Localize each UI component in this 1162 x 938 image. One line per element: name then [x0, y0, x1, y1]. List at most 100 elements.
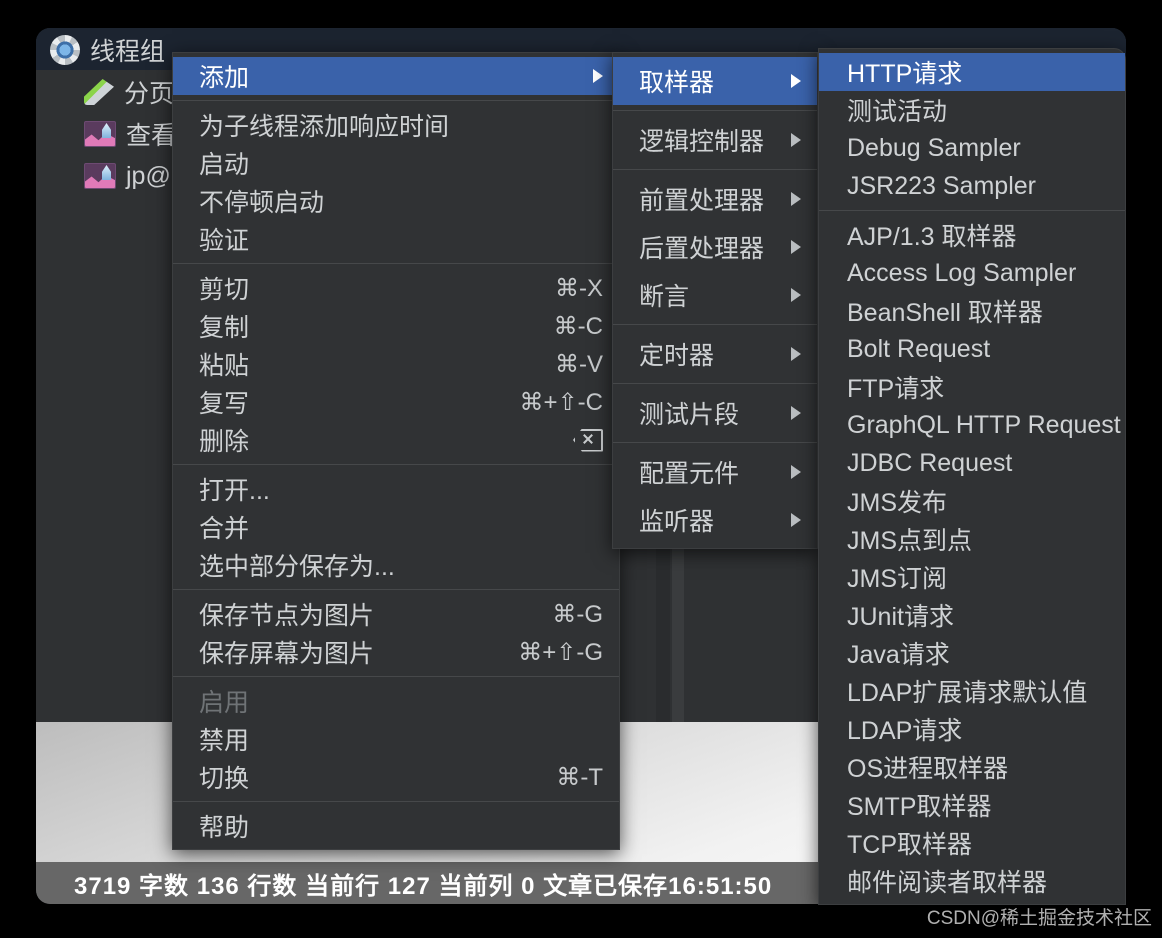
menu-item-label: JMS订阅 [847, 565, 948, 593]
submenu-element-types[interactable]: 取样器逻辑控制器前置处理器后置处理器断言定时器测试片段配置元件监听器 [612, 52, 818, 549]
menu-item-sampler-20[interactable]: SMTP取样器 [819, 786, 1125, 824]
menu-item-shortcut: ⌘+⇧-G [518, 638, 603, 666]
menu-item-label: 合并 [199, 515, 250, 543]
menu-item-label: BeanShell 取样器 [847, 299, 1043, 327]
tree-item-label: jp@ [126, 161, 171, 190]
menu-item-label: 后置处理器 [639, 235, 765, 263]
menu-item-add-11[interactable]: 删除 [173, 421, 619, 459]
menu-item-sampler-7[interactable]: BeanShell 取样器 [819, 292, 1125, 330]
menu-item-sampler-15[interactable]: JUnit请求 [819, 596, 1125, 634]
menu-item-add-8[interactable]: 复制 ⌘-C [173, 307, 619, 345]
menu-item-sampler-14[interactable]: JMS订阅 [819, 558, 1125, 596]
tree-item-jp-plugin[interactable]: jp@ [84, 156, 171, 196]
submenu-samplers[interactable]: HTTP请求测试活动 Debug Sampler JSR223 Sampler AJP… [818, 48, 1126, 905]
menu-item-sampler-3[interactable]: JSR223 Sampler [819, 167, 1125, 205]
menu-item-add-0[interactable]: 添加 [173, 57, 619, 95]
menu-item-label: 不停顿启动 [199, 189, 325, 217]
menu-item-shortcut: ⌘-X [555, 274, 603, 302]
submenu-arrow-icon [791, 347, 801, 361]
menu-item-add-21[interactable]: 禁用 [173, 720, 619, 758]
menu-separator [173, 589, 619, 590]
menu-item-label: 添加 [199, 64, 250, 92]
menu-item-label: Java请求 [847, 641, 950, 669]
status-bar-text: 3719 字数 136 行数 当前行 127 当前列 0 文章已保存16:51:… [74, 872, 773, 900]
menu-item-sampler-5[interactable]: AJP/1.3 取样器 [819, 216, 1125, 254]
menu-item-label: 切换 [199, 765, 250, 793]
menu-item-label: AJP/1.3 取样器 [847, 223, 1017, 251]
menu-item-type-5[interactable]: 后置处理器 [613, 223, 817, 271]
menu-item-type-6[interactable]: 断言 [613, 271, 817, 319]
menu-item-add-13[interactable]: 打开... [173, 470, 619, 508]
tree-item-thread-group[interactable]: 线程组 [50, 30, 165, 70]
menu-item-label: OS进程取样器 [847, 755, 1009, 783]
menu-item-sampler-1[interactable]: 测试活动 [819, 91, 1125, 129]
menu-item-type-12[interactable]: 配置元件 [613, 448, 817, 496]
menu-item-sampler-17[interactable]: LDAP扩展请求默认值 [819, 672, 1125, 710]
menu-item-sampler-2[interactable]: Debug Sampler [819, 129, 1125, 167]
menu-item-sampler-11[interactable]: JDBC Request [819, 444, 1125, 482]
menu-item-add-24[interactable]: 帮助 [173, 807, 619, 845]
submenu-arrow-icon [791, 192, 801, 206]
menu-item-label: FTP请求 [847, 375, 945, 403]
menu-item-label: 配置元件 [639, 460, 740, 488]
menu-item-sampler-8[interactable]: Bolt Request [819, 330, 1125, 368]
menu-item-label: GraphQL HTTP Request [847, 410, 1121, 439]
menu-item-label: 选中部分保存为... [199, 553, 395, 581]
tree-item-pagination[interactable]: 分页 [84, 72, 174, 112]
context-menu-add[interactable]: 添加为子线程添加响应时间 启动不停顿启动验证剪切 ⌘-X 复制 ⌘-C 粘贴 ⌘-V 复写 ⌘+… [172, 52, 620, 850]
menu-item-label: SMTP取样器 [847, 793, 992, 821]
menu-item-sampler-18[interactable]: LDAP请求 [819, 710, 1125, 748]
menu-item-label: 逻辑控制器 [639, 128, 765, 156]
menu-item-label: 断言 [639, 283, 690, 311]
menu-item-type-8[interactable]: 定时器 [613, 330, 817, 378]
menu-item-label: 监听器 [639, 508, 715, 536]
menu-item-label: JDBC Request [847, 448, 1013, 477]
menu-item-add-5[interactable]: 验证 [173, 220, 619, 258]
menu-item-label: JMS点到点 [847, 527, 973, 555]
menu-item-type-2[interactable]: 逻辑控制器 [613, 116, 817, 164]
graph-icon [84, 163, 116, 189]
menu-item-sampler-9[interactable]: FTP请求 [819, 368, 1125, 406]
graph-icon [84, 121, 116, 147]
menu-item-add-15[interactable]: 选中部分保存为... [173, 546, 619, 584]
menu-item-add-2[interactable]: 为子线程添加响应时间 [173, 106, 619, 144]
menu-item-add-7[interactable]: 剪切 ⌘-X [173, 269, 619, 307]
menu-item-add-14[interactable]: 合并 [173, 508, 619, 546]
menu-item-add-4[interactable]: 不停顿启动 [173, 182, 619, 220]
menu-item-sampler-12[interactable]: JMS发布 [819, 482, 1125, 520]
menu-item-type-0[interactable]: 取样器 [613, 57, 817, 105]
menu-item-add-9[interactable]: 粘贴 ⌘-V [173, 345, 619, 383]
menu-item-type-10[interactable]: 测试片段 [613, 389, 817, 437]
menu-separator [613, 383, 817, 384]
menu-item-label: 保存节点为图片 [199, 602, 375, 630]
menu-item-label: 取样器 [639, 69, 715, 97]
watermark-text: CSDN@稀土掘金技术社区 [927, 903, 1152, 930]
menu-item-sampler-22[interactable]: 邮件阅读者取样器 [819, 862, 1125, 900]
menu-item-add-10[interactable]: 复写 ⌘+⇧-C [173, 383, 619, 421]
menu-item-sampler-13[interactable]: JMS点到点 [819, 520, 1125, 558]
menu-item-type-4[interactable]: 前置处理器 [613, 175, 817, 223]
menu-item-add-17[interactable]: 保存节点为图片 ⌘-G [173, 595, 619, 633]
menu-separator [613, 110, 817, 111]
watermark-csdn: CSDN [926, 908, 981, 929]
menu-item-label: Bolt Request [847, 334, 991, 363]
menu-item-add-18[interactable]: 保存屏幕为图片 ⌘+⇧-G [173, 633, 619, 671]
menu-separator [613, 169, 817, 170]
menu-item-add-22[interactable]: 切换 ⌘-T [173, 758, 619, 796]
menu-item-add-20: 启用 [173, 682, 619, 720]
menu-item-label: 启用 [199, 689, 250, 717]
menu-item-sampler-21[interactable]: TCP取样器 [819, 824, 1125, 862]
menu-item-sampler-10[interactable]: GraphQL HTTP Request [819, 406, 1125, 444]
menu-item-label: 删除 [199, 428, 250, 456]
submenu-arrow-icon [791, 74, 801, 88]
menu-item-sampler-0[interactable]: HTTP请求 [819, 53, 1125, 91]
menu-item-type-13[interactable]: 监听器 [613, 496, 817, 544]
menu-item-label: HTTP请求 [847, 60, 963, 88]
menu-item-sampler-19[interactable]: OS进程取样器 [819, 748, 1125, 786]
tree-item-label: 分页 [124, 80, 175, 108]
menu-item-add-3[interactable]: 启动 [173, 144, 619, 182]
menu-item-sampler-6[interactable]: Access Log Sampler [819, 254, 1125, 292]
tree-item-view-results[interactable]: 查看 [84, 114, 176, 154]
menu-item-sampler-16[interactable]: Java请求 [819, 634, 1125, 672]
menu-item-label: TCP取样器 [847, 831, 973, 859]
